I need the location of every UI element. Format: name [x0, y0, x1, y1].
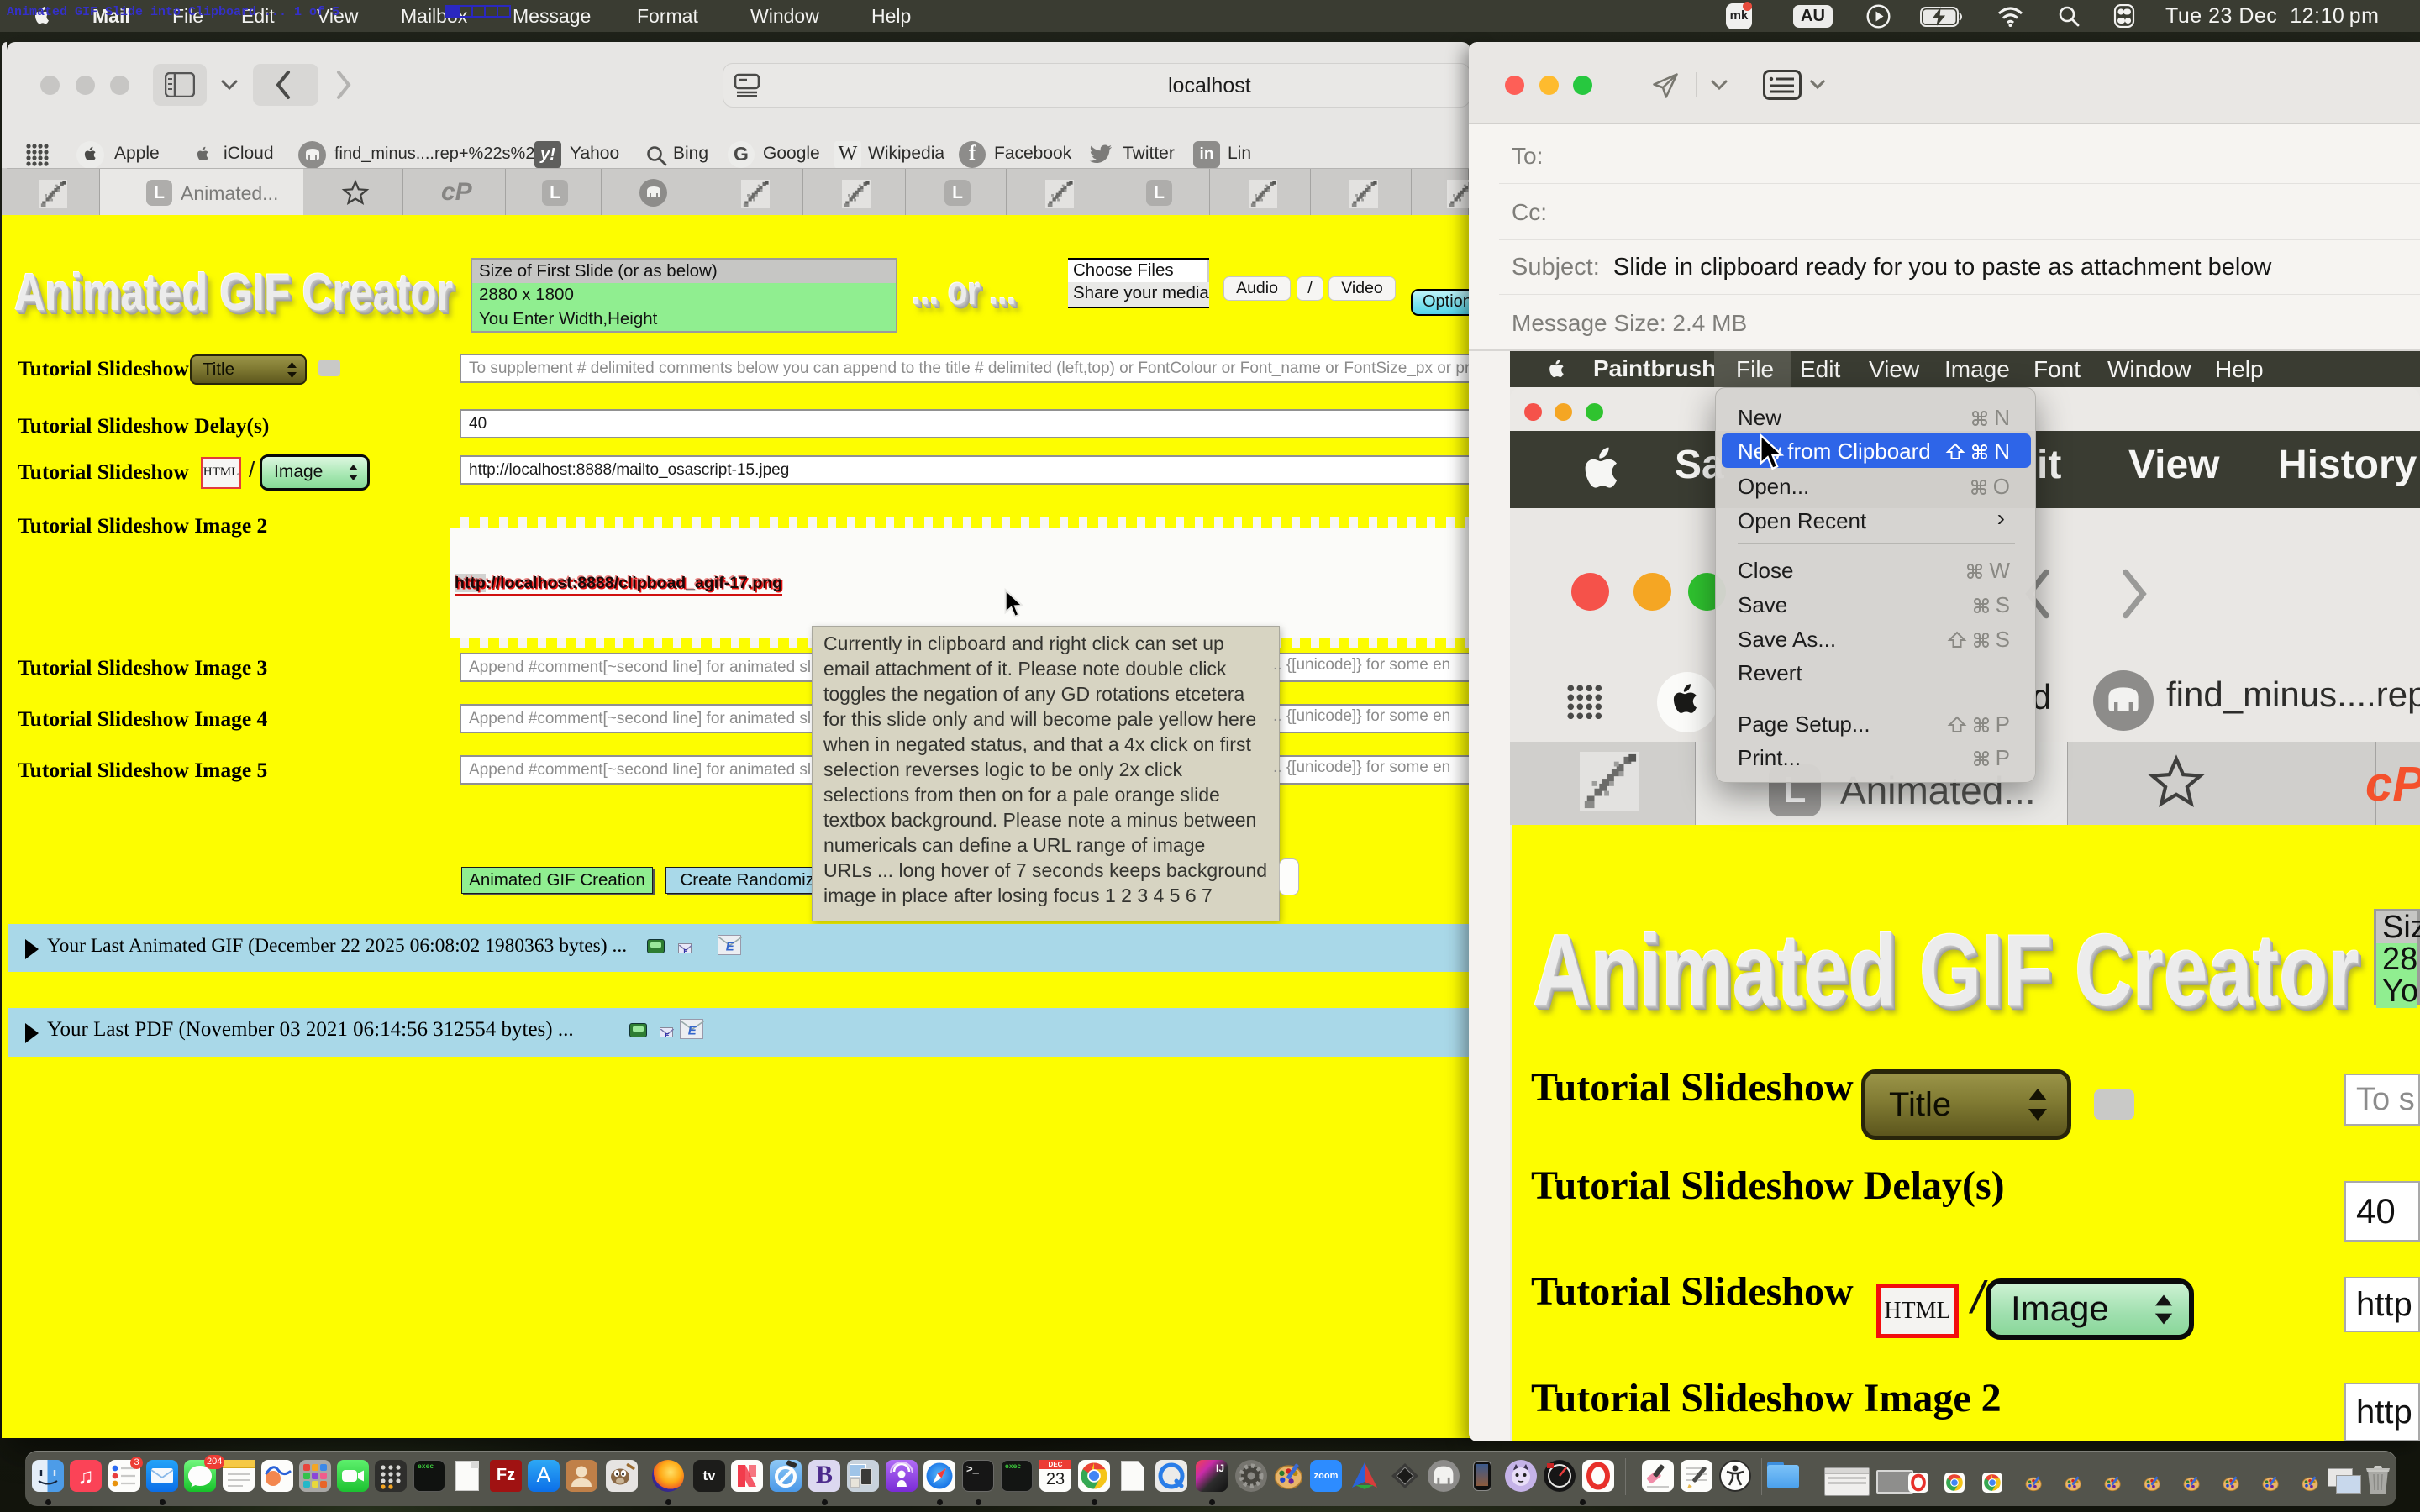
- svg-text:E: E: [726, 940, 735, 954]
- svg-text:E: E: [683, 948, 687, 955]
- svg-text:E: E: [665, 1032, 669, 1039]
- svg-text:E: E: [688, 1024, 697, 1038]
